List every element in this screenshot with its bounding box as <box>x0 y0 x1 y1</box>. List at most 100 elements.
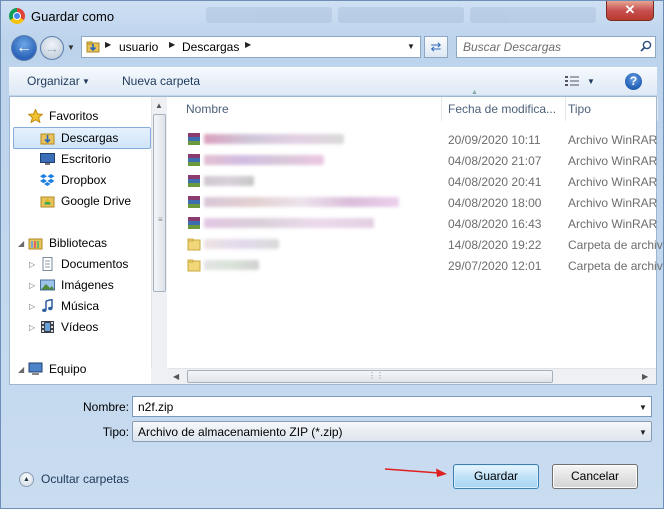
column-header-date[interactable]: Fecha de modifica... <box>448 97 566 121</box>
file-name-redacted <box>204 134 344 144</box>
address-dropdown-icon[interactable]: ▼ <box>407 42 415 51</box>
annotation-arrow-icon <box>384 468 447 477</box>
hide-folders-button[interactable]: ▲ Ocultar carpetas <box>19 471 139 489</box>
chrome-icon <box>9 8 25 24</box>
navigation-pane: Favoritos Descargas Escritorio Dropbox G… <box>10 97 159 384</box>
refresh-button[interactable]: ⇄ <box>424 36 448 58</box>
folder-icon <box>187 238 201 251</box>
organize-button[interactable]: Organizar <box>27 74 80 88</box>
nav-label: Equipo <box>49 362 87 376</box>
close-button[interactable]: ✕ <box>606 1 654 21</box>
nav-label: Favoritos <box>49 109 99 123</box>
scroll-left-icon[interactable]: ◀ <box>173 372 179 381</box>
column-header-type[interactable]: Tipo <box>568 97 658 121</box>
breadcrumb-separator-icon[interactable]: ▶ <box>245 40 251 49</box>
breadcrumb-downloads[interactable]: Descargas <box>182 40 239 54</box>
file-type: Archivo WinRAR <box>568 133 658 147</box>
forward-button[interactable]: → <box>40 36 64 60</box>
column-header-name[interactable]: Nombre <box>186 97 442 121</box>
winrar-archive-icon <box>188 217 200 229</box>
title-bar[interactable]: Guardar como ✕ <box>1 1 663 31</box>
nav-label: Escritorio <box>61 152 112 166</box>
google-drive-icon <box>40 196 55 208</box>
file-name-combobox[interactable]: ▼ <box>132 396 652 417</box>
help-icon[interactable]: ? <box>625 73 642 90</box>
search-input[interactable] <box>463 39 633 55</box>
browser-area: Favoritos Descargas Escritorio Dropbox G… <box>9 89 663 385</box>
expand-arrow-icon[interactable]: ▷ <box>29 260 35 269</box>
computer-icon <box>28 362 43 375</box>
save-button[interactable]: Guardar <box>453 464 539 489</box>
grip-icon: ≡ <box>158 215 163 224</box>
file-name-redacted <box>204 197 399 207</box>
expand-arrow-icon[interactable]: ◢ <box>18 365 24 374</box>
nav-label: Descargas <box>61 131 119 145</box>
videos-icon <box>41 321 54 333</box>
file-type-label: Tipo: <box>102 425 129 439</box>
file-list-horizontal-scrollbar[interactable]: ◀ ⋮⋮ ▶ <box>168 368 656 384</box>
cancel-button[interactable]: Cancelar <box>552 464 638 489</box>
winrar-archive-icon <box>188 154 200 166</box>
chevron-down-icon[interactable]: ▼ <box>639 403 647 412</box>
scrollbar-thumb[interactable]: ⋮⋮ <box>187 370 553 383</box>
chevron-down-icon[interactable]: ▼ <box>587 77 595 86</box>
file-type: Carpeta de archiv <box>568 238 663 252</box>
file-name-redacted <box>204 155 324 165</box>
background-tab <box>470 7 596 23</box>
winrar-archive-icon <box>188 196 200 208</box>
table-row[interactable]: 04/08/2020 16:43 Archivo WinRAR <box>168 213 657 234</box>
table-row[interactable]: 04/08/2020 20:41 Archivo WinRAR <box>168 171 657 192</box>
file-type-select[interactable]: Archivo de almacenamiento ZIP (*.zip) ▼ <box>132 421 652 442</box>
view-options-icon[interactable] <box>565 75 579 87</box>
scrollbar-thumb[interactable]: ≡ <box>153 114 166 292</box>
file-date: 04/08/2020 20:41 <box>448 175 542 189</box>
winrar-archive-icon <box>188 175 200 187</box>
downloads-folder-icon <box>86 41 100 53</box>
address-row: ← → ▼ ▶ usuario ▶ Descargas ▶ ▼ ⇄ <box>9 34 657 62</box>
background-tabs <box>206 7 596 25</box>
address-bar[interactable]: ▶ usuario ▶ Descargas ▶ ▼ <box>81 36 421 58</box>
file-name-label: Nombre: <box>82 400 129 414</box>
background-tab <box>338 7 464 23</box>
nav-label: Imágenes <box>61 278 114 292</box>
table-row[interactable]: 14/08/2020 19:22 Carpeta de archiv <box>168 234 663 255</box>
file-type: Archivo WinRAR <box>568 196 658 210</box>
nav-label: Bibliotecas <box>49 236 108 250</box>
refresh-icon: ⇄ <box>430 39 442 54</box>
back-button[interactable]: ← <box>11 35 37 61</box>
chevron-down-icon[interactable]: ▼ <box>639 428 647 437</box>
breadcrumb-user[interactable]: usuario <box>119 40 158 54</box>
file-date: 04/08/2020 16:43 <box>448 217 542 231</box>
grip-icon: ⋮⋮ <box>368 371 384 380</box>
sort-indicator-icon: ▲ <box>471 89 478 96</box>
expand-arrow-icon[interactable]: ▷ <box>29 281 35 290</box>
file-date: 29/07/2020 12:01 <box>448 259 542 273</box>
recent-pages-dropdown[interactable]: ▼ <box>67 43 75 52</box>
file-date: 04/08/2020 18:00 <box>448 196 542 210</box>
scroll-up-icon[interactable]: ▲ <box>155 101 163 110</box>
breadcrumb-separator-icon[interactable]: ▶ <box>105 40 111 49</box>
expand-arrow-icon[interactable]: ▷ <box>29 302 35 311</box>
folder-icon <box>187 259 201 272</box>
arrow-right-icon: → <box>45 40 59 56</box>
file-type: Carpeta de archiv <box>568 259 663 273</box>
table-row[interactable]: 04/08/2020 18:00 Archivo WinRAR <box>168 192 658 213</box>
chevron-down-icon[interactable]: ▼ <box>82 77 90 86</box>
chevron-up-icon: ▲ <box>19 472 34 487</box>
file-name-field[interactable] <box>138 399 628 414</box>
search-icon[interactable] <box>640 40 652 52</box>
nav-pane-scrollbar[interactable]: ▲ ≡ ▼ <box>151 97 167 384</box>
search-box[interactable] <box>456 36 656 58</box>
expand-arrow-icon[interactable]: ▷ <box>29 323 35 332</box>
file-list: ▲ Nombre Fecha de modifica... Tipo 20/09… <box>168 89 663 384</box>
libraries-icon <box>28 238 43 250</box>
breadcrumb-separator-icon[interactable]: ▶ <box>169 40 175 49</box>
star-icon <box>28 109 43 123</box>
table-row[interactable]: 04/08/2020 21:07 Archivo WinRAR <box>168 150 657 171</box>
new-folder-button[interactable]: Nueva carpeta <box>122 74 200 88</box>
file-name-redacted <box>204 218 374 228</box>
expand-arrow-icon[interactable]: ◢ <box>18 239 24 248</box>
table-row[interactable]: 29/07/2020 12:01 Carpeta de archiv <box>168 255 663 276</box>
table-row[interactable]: 20/09/2020 10:11 Archivo WinRAR <box>168 129 658 150</box>
scroll-right-icon[interactable]: ▶ <box>642 372 648 381</box>
